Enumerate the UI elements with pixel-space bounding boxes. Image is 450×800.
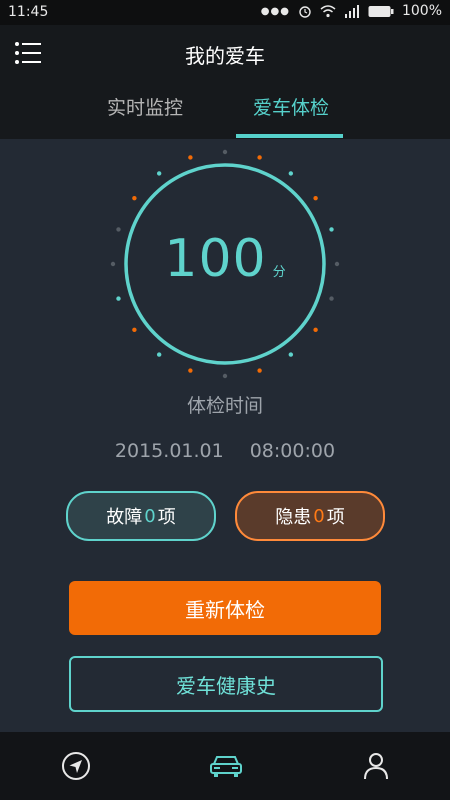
hazard-label: 隐患 [275,507,312,528]
gauge-dot [116,296,121,301]
gauge-dot [257,368,262,373]
gauge-dot [313,195,318,201]
signal-icon [344,4,359,18]
tab-realtime-monitor[interactable]: 实时监控 [107,93,183,120]
fault-label: 故障 [106,507,143,528]
app-bar: 我的爱车 实时监控 爱车体检 [0,25,450,139]
checkup-panel: 100 分 体检时间 2015.01.01 08:00:00 故障 0 项 隐患 0 项 重… [0,139,450,732]
battery-percent: 100% [401,3,442,19]
score-unit: 分 [272,265,286,280]
checkup-datetime: 2015.01.01 08:00:00 [0,440,450,462]
recheck-button[interactable]: 重新体检 [69,581,381,635]
fault-count: 0 [144,505,156,527]
gauge-dot [132,195,137,201]
active-tab-indicator [236,134,343,138]
health-history-button[interactable]: 爱车健康史 [69,656,383,712]
status-icons: ●●● 100% [261,3,442,19]
status-time: 11:45 [8,4,49,20]
gauge-dot [288,171,294,176]
checkup-time-label: 体检时间 [186,395,263,417]
gauge-dot [329,296,334,301]
gauge-dot [132,327,137,333]
gauge-dot [188,155,193,160]
fault-suffix: 项 [157,507,176,528]
battery-icon [368,5,394,17]
navigation-arrow-icon[interactable] [60,750,92,782]
gauge-dot [156,352,162,357]
checkup-time: 08:00:00 [249,440,336,462]
hazard-count-button[interactable]: 隐患 0 项 [235,491,385,541]
checkup-date: 2015.01.01 [114,440,224,462]
tab-car-checkup[interactable]: 爱车体检 [253,93,329,120]
gauge-dot [156,171,162,176]
wifi-icon [320,4,336,17]
hazard-count: 0 [313,505,325,527]
score-display: 100 分 [0,229,450,289]
bottom-nav [0,732,450,800]
car-icon[interactable] [208,750,244,782]
gauge-dot [188,368,193,373]
status-bar: 11:45 ●●● 100% [0,0,450,25]
user-icon[interactable] [360,750,392,782]
gauge-dot [222,373,228,379]
gauge-dot [288,352,294,357]
gauge-dot [222,149,228,155]
alarm-icon [299,6,311,18]
more-dots-icon: ●●● [260,5,290,17]
score-value: 100 [164,229,267,289]
hazard-suffix: 项 [326,507,345,528]
page-title: 我的爱车 [185,44,265,68]
gauge-dot [313,327,318,333]
tab-bar: 实时监控 爱车体检 [0,93,450,139]
fault-count-button[interactable]: 故障 0 项 [66,491,216,541]
gauge-dot [257,155,262,160]
